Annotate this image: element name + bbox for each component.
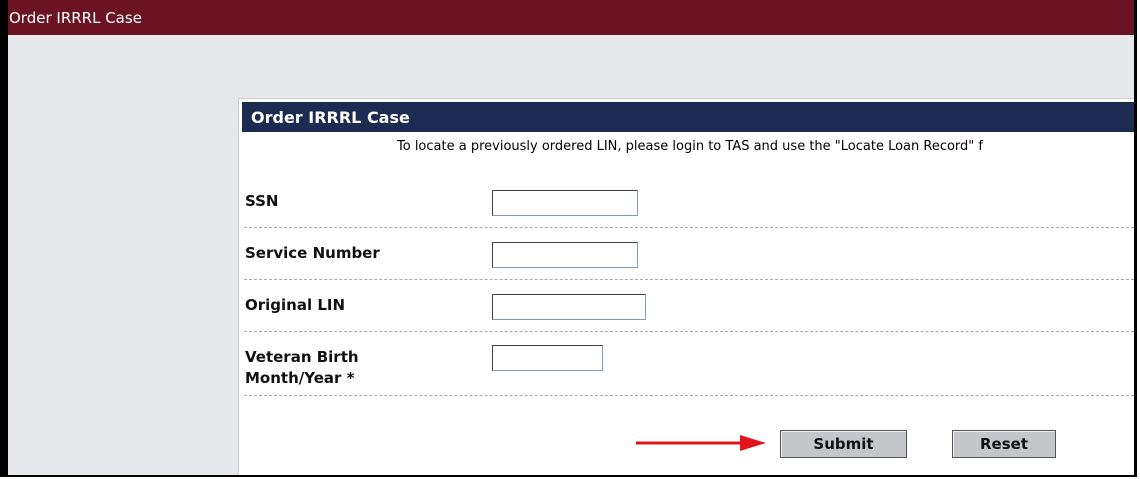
row-divider bbox=[244, 279, 1134, 280]
ssn-input[interactable] bbox=[492, 190, 638, 216]
row-divider bbox=[244, 227, 1134, 228]
birth-month-year-input[interactable] bbox=[492, 345, 603, 371]
window-title: Order IRRRL Case bbox=[8, 0, 1134, 35]
service-number-label: Service Number bbox=[245, 244, 380, 262]
arrow-annotation-icon bbox=[636, 435, 766, 451]
locate-lin-notice: To locate a previously ordered LIN, plea… bbox=[397, 139, 983, 154]
reset-button[interactable]: Reset bbox=[952, 430, 1056, 458]
original-lin-label: Original LIN bbox=[245, 296, 346, 314]
submit-button[interactable]: Submit bbox=[780, 430, 907, 458]
ssn-label: SSN bbox=[245, 192, 279, 210]
row-divider bbox=[244, 331, 1134, 332]
birth-date-label-line1: Veteran Birth bbox=[245, 348, 359, 366]
service-number-input[interactable] bbox=[492, 242, 638, 268]
birth-date-label-line2: Month/Year * bbox=[245, 369, 355, 387]
row-divider bbox=[244, 395, 1134, 396]
original-lin-input[interactable] bbox=[492, 294, 646, 320]
app-window: Order IRRRL Case Order IRRRL Case To loc… bbox=[0, 0, 1137, 477]
panel-title: Order IRRRL Case bbox=[242, 102, 1134, 132]
order-irrrl-form: Order IRRRL Case To locate a previously … bbox=[238, 98, 1134, 475]
